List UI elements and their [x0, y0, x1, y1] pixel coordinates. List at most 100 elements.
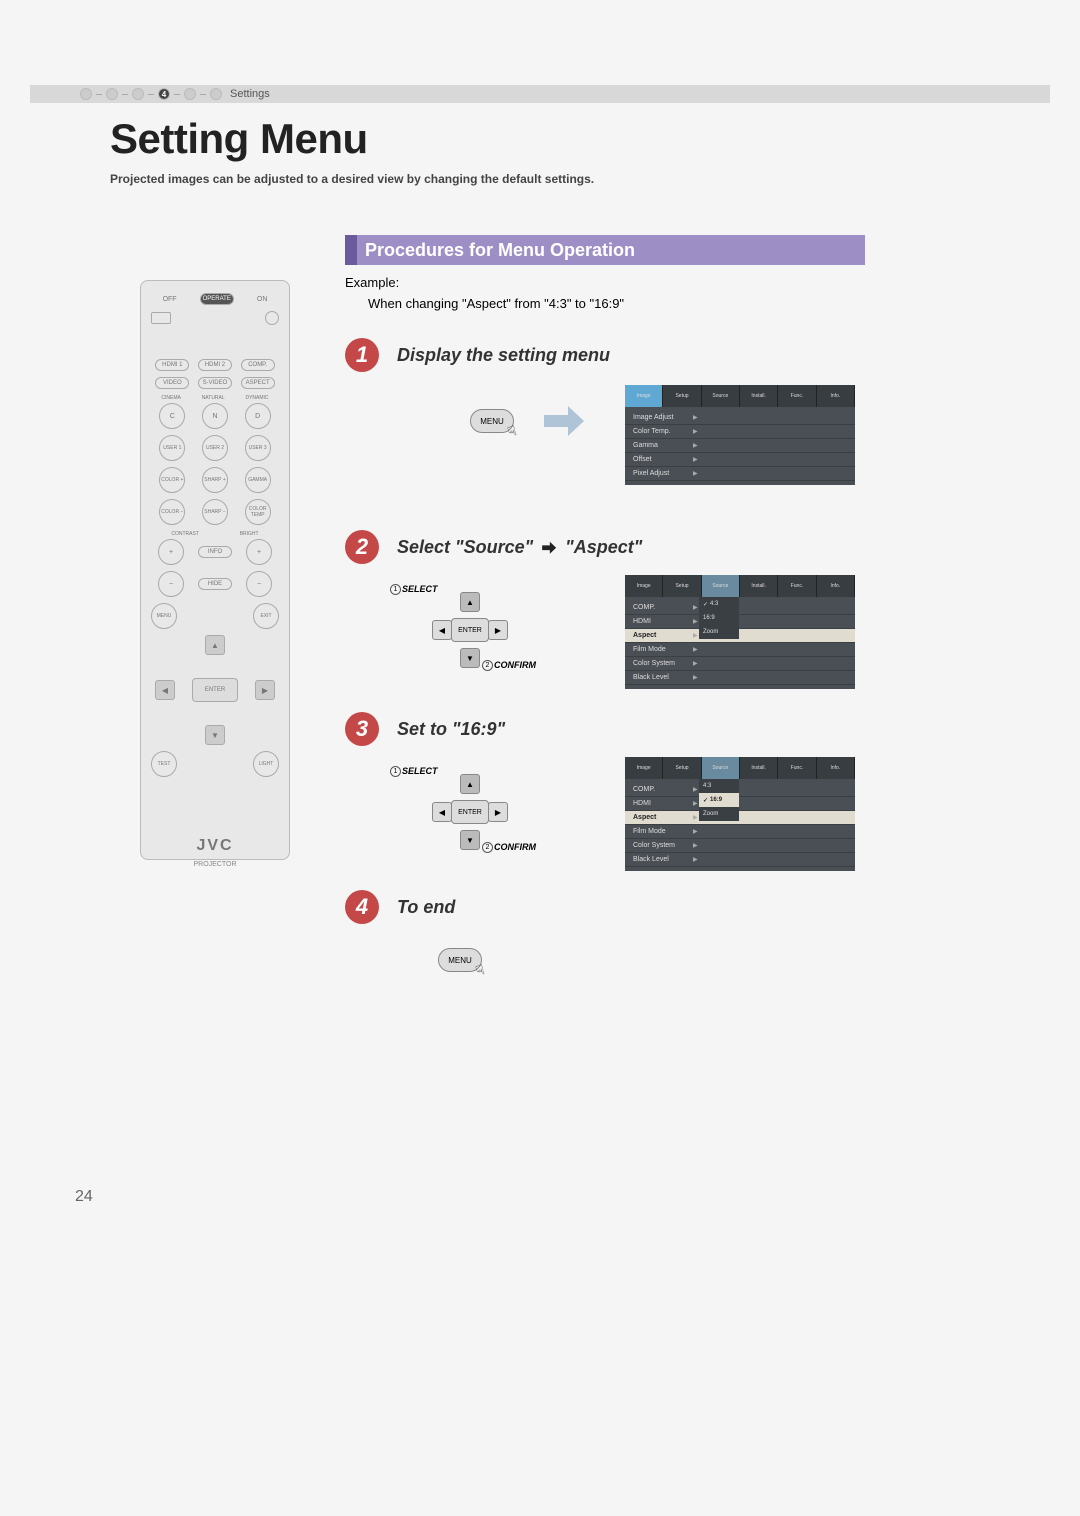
osd2-opt-16-9[interactable]: 16:9 — [699, 611, 739, 625]
dpad-right-button[interactable]: ▶ — [255, 680, 275, 700]
dpad-left-icon-2: ◀ — [432, 802, 452, 822]
osd-tab-install[interactable]: Install. — [740, 385, 778, 407]
comp-button[interactable]: COMP. — [241, 359, 275, 371]
osd2-tab-info[interactable]: Info. — [817, 575, 855, 597]
operate-button[interactable]: OPERATE — [200, 293, 234, 305]
sharp-minus-button[interactable]: SHARP − — [202, 499, 228, 525]
osd-tab-source[interactable]: Source — [702, 385, 740, 407]
osd2-row-hdmi[interactable]: HDMI▶ — [625, 615, 855, 629]
osd2-tab-source[interactable]: Source — [702, 575, 740, 597]
menu-btn-label-2: MENU — [448, 956, 472, 965]
step-3-title: Set to "16:9" — [397, 719, 505, 740]
osd3-row-colorsystem[interactable]: Color System▶ — [625, 839, 855, 853]
dynamic-button[interactable]: D — [245, 403, 271, 429]
osd3-opt-16-9[interactable]: 16:9 — [699, 793, 739, 807]
osd2-row-blacklevel[interactable]: Black Level▶ — [625, 671, 855, 685]
svideo-button[interactable]: S-VIDEO — [198, 377, 232, 389]
dpad-down-button[interactable]: ▼ — [205, 725, 225, 745]
video-button[interactable]: VIDEO — [155, 377, 189, 389]
dpad: ▲ ▼ ◀ ▶ ENTER — [155, 635, 275, 745]
cinema-button[interactable]: C — [159, 403, 185, 429]
aspect-button[interactable]: ASPECT — [241, 377, 275, 389]
osd3-tab-image[interactable]: Image — [625, 757, 663, 779]
bright-minus-button[interactable]: − — [246, 571, 272, 597]
colortemp-button[interactable]: COLOR TEMP — [245, 499, 271, 525]
osd3-tab-func[interactable]: Func. — [778, 757, 816, 779]
color-plus-button[interactable]: COLOR + — [159, 467, 185, 493]
step-4: 4 To end — [345, 890, 455, 924]
info-button[interactable]: INFO — [198, 546, 232, 558]
step-3-diagram: 1 SELECT ▲ ▼ ◀ ▶ ENTER 2 CONFIRM — [390, 762, 550, 862]
osd-row-gamma[interactable]: Gamma▶ — [625, 439, 855, 453]
osd3-row-hdmi[interactable]: HDMI▶ — [625, 797, 855, 811]
standby-button[interactable] — [151, 312, 171, 324]
dpad-right-icon: ▶ — [488, 620, 508, 640]
osd3-tab-info[interactable]: Info. — [817, 757, 855, 779]
osd3-row-comp[interactable]: COMP.▶ — [625, 783, 855, 797]
step-3-number: 3 — [345, 712, 379, 746]
procedures-header: Procedures for Menu Operation — [345, 235, 865, 265]
osd-row-offset[interactable]: Offset▶ — [625, 453, 855, 467]
dpad-up-icon-2: ▲ — [460, 774, 480, 794]
hide-button[interactable]: HIDE — [198, 578, 232, 590]
osd-panel-1: Image Setup Source Install. Func. Info. … — [625, 385, 855, 485]
enter-button[interactable]: ENTER — [192, 678, 238, 702]
gamma-button[interactable]: GAMMA — [245, 467, 271, 493]
osd3-tab-install[interactable]: Install. — [740, 757, 778, 779]
osd-row-image-adjust[interactable]: Image Adjust▶ — [625, 411, 855, 425]
page-subtitle: Projected images can be adjusted to a de… — [110, 172, 594, 186]
osd3-tab-source[interactable]: Source — [702, 757, 740, 779]
user1-button[interactable]: USER 1 — [159, 435, 185, 461]
osd-tab-setup[interactable]: Setup — [663, 385, 701, 407]
light-button[interactable]: LIGHT — [253, 751, 279, 777]
hdmi2-button[interactable]: HDMI 2 — [198, 359, 232, 371]
osd3-tab-setup[interactable]: Setup — [663, 757, 701, 779]
confirm-label: CONFIRM — [494, 660, 536, 670]
sharp-plus-button[interactable]: SHARP + — [202, 467, 228, 493]
dpad-right-icon-2: ▶ — [488, 802, 508, 822]
dpad-up-button[interactable]: ▲ — [205, 635, 225, 655]
osd-row-pixel-adjust[interactable]: Pixel Adjust▶ — [625, 467, 855, 481]
page-title: Setting Menu — [110, 115, 368, 163]
osd2-row-colorsystem[interactable]: Color System▶ — [625, 657, 855, 671]
osd3-row-blacklevel[interactable]: Black Level▶ — [625, 853, 855, 867]
natural-button[interactable]: N — [202, 403, 228, 429]
step-4-title: To end — [397, 897, 455, 918]
osd2-tab-setup[interactable]: Setup — [663, 575, 701, 597]
osd3-opt-zoom[interactable]: Zoom — [699, 807, 739, 821]
osd2-row-aspect[interactable]: Aspect▶ — [625, 629, 855, 643]
power-button[interactable] — [265, 311, 279, 325]
menu-button[interactable]: MENU — [151, 603, 177, 629]
step-2-title: Select "Source" "Aspect" — [397, 537, 642, 558]
osd2-tab-func[interactable]: Func. — [778, 575, 816, 597]
osd2-row-filmmode[interactable]: Film Mode▶ — [625, 643, 855, 657]
osd-row-color-temp[interactable]: Color Temp.▶ — [625, 425, 855, 439]
osd2-opt-4-3[interactable]: 4:3 — [699, 597, 739, 611]
osd2-row-comp[interactable]: COMP.▶ — [625, 601, 855, 615]
osd3-opt-4-3[interactable]: 4:3 — [699, 779, 739, 793]
osd2-tab-install[interactable]: Install. — [740, 575, 778, 597]
menu-btn-label: MENU — [480, 417, 504, 426]
user3-button[interactable]: USER 3 — [245, 435, 271, 461]
crumb-dot-2 — [106, 88, 118, 100]
osd-tab-info[interactable]: Info. — [817, 385, 855, 407]
osd2-aspect-submenu: 4:3 16:9 Zoom — [699, 597, 739, 639]
osd2-tab-image[interactable]: Image — [625, 575, 663, 597]
step-1-title: Display the setting menu — [397, 345, 610, 366]
contrast-plus-button[interactable]: + — [158, 539, 184, 565]
hdmi1-button[interactable]: HDMI 1 — [155, 359, 189, 371]
page-number: 24 — [75, 1188, 93, 1206]
osd2-opt-zoom[interactable]: Zoom — [699, 625, 739, 639]
color-minus-button[interactable]: COLOR − — [159, 499, 185, 525]
section-breadcrumb: 4 Settings — [30, 85, 1050, 103]
osd3-row-aspect[interactable]: Aspect▶ — [625, 811, 855, 825]
test-button[interactable]: TEST — [151, 751, 177, 777]
dpad-left-button[interactable]: ◀ — [155, 680, 175, 700]
exit-button[interactable]: EXIT — [253, 603, 279, 629]
contrast-minus-button[interactable]: − — [158, 571, 184, 597]
osd-tab-image[interactable]: Image — [625, 385, 663, 407]
osd3-row-filmmode[interactable]: Film Mode▶ — [625, 825, 855, 839]
osd-tab-func[interactable]: Func. — [778, 385, 816, 407]
bright-plus-button[interactable]: + — [246, 539, 272, 565]
user2-button[interactable]: USER 2 — [202, 435, 228, 461]
